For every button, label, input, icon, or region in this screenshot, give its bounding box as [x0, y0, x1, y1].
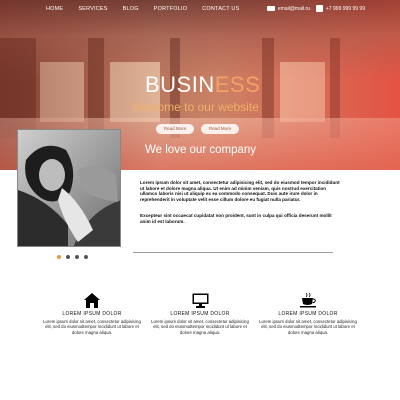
- slider-dot[interactable]: [66, 255, 70, 259]
- contact-phone[interactable]: +7 999 999 99 99: [326, 6, 365, 12]
- company-slogan: We love our company: [145, 144, 257, 156]
- phone-icon: [315, 5, 323, 12]
- slider-dot[interactable]: [84, 255, 88, 259]
- welcome-text: Welcome to our website: [131, 100, 259, 114]
- nav-item-blog[interactable]: BLOG: [123, 6, 139, 12]
- feature-text: Lorem ipsum dolor sit amet, consectetur …: [259, 319, 357, 335]
- brand-title-part1: BUSIN: [145, 72, 215, 97]
- home-icon: [42, 292, 142, 308]
- feature-text: Lorem ipsum dolor sit amet, consectetur …: [43, 319, 141, 335]
- nav-item-portfolio[interactable]: PORTFOLIO: [154, 6, 187, 12]
- read-more-button-2[interactable]: Read More: [201, 124, 239, 134]
- brand-title-part2: ESS: [214, 72, 261, 97]
- feature-title: LOREM IPSUM DOLOR: [278, 311, 338, 317]
- slider-dots: [57, 255, 88, 259]
- read-more-button[interactable]: Read More: [156, 124, 194, 134]
- feature-card: LOREM IPSUM DOLOR Lorem ipsum dolor sit …: [150, 292, 250, 335]
- contact-email[interactable]: email@mail.ru: [278, 6, 310, 12]
- feature-title: LOREM IPSUM DOLOR: [170, 311, 230, 317]
- mail-icon: [266, 6, 275, 11]
- section-divider: [133, 252, 333, 253]
- main-nav: HOME SERVICES BLOG PORTFOLIO CONTACT US: [46, 6, 254, 12]
- portrait-image: [18, 130, 120, 246]
- feature-title: LOREM IPSUM DOLOR: [62, 311, 122, 317]
- contact-info: email@mail.ru +7 999 999 99 99: [266, 5, 365, 12]
- nav-item-contact[interactable]: CONTACT US: [202, 6, 239, 12]
- nav-item-services[interactable]: SERVICES: [78, 6, 107, 12]
- coffee-icon: [258, 292, 358, 308]
- feature-card: LOREM IPSUM DOLOR Lorem ipsum dolor sit …: [258, 292, 358, 335]
- portrait-photo: [17, 129, 121, 247]
- monitor-icon: [150, 292, 250, 308]
- page: HOME SERVICES BLOG PORTFOLIO CONTACT US …: [0, 0, 400, 400]
- feature-text: Lorem ipsum dolor sit amet, consectetur …: [151, 319, 249, 335]
- feature-card: LOREM IPSUM DOLOR Lorem ipsum dolor sit …: [42, 292, 142, 335]
- nav-item-home[interactable]: HOME: [46, 6, 63, 12]
- intro-paragraph-2: Excepteur sint occaecat cupidatat non pr…: [140, 213, 332, 224]
- slider-dot[interactable]: [75, 255, 79, 259]
- slider-dot[interactable]: [57, 255, 61, 259]
- brand-title: BUSINESS: [145, 72, 260, 98]
- intro-paragraph: Lorem ipsum dolor sit amet, consectetur …: [140, 180, 340, 202]
